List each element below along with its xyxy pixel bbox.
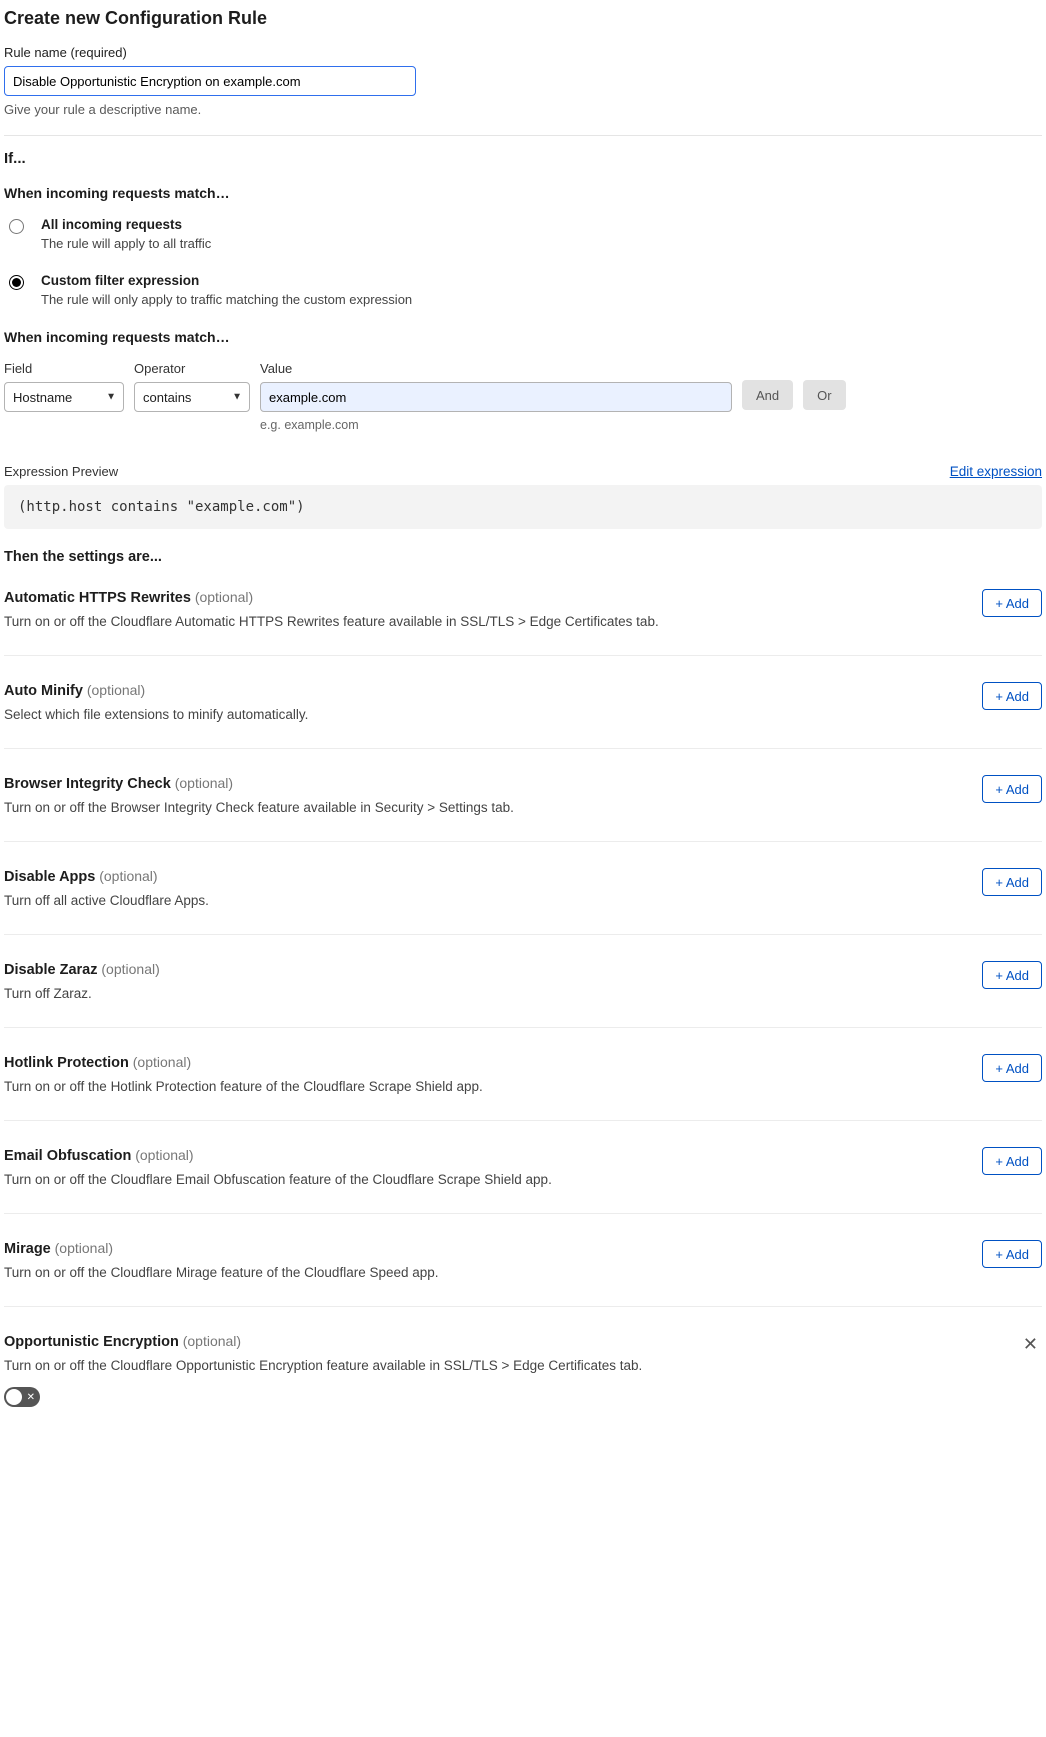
radio-all-requests[interactable] xyxy=(9,219,24,234)
rule-name-label: Rule name (required) xyxy=(4,45,1042,60)
add-button-bic[interactable]: + Add xyxy=(982,775,1042,803)
optional-label: (optional) xyxy=(195,589,253,605)
close-icon[interactable]: ✕ xyxy=(1019,1333,1042,1355)
optional-label: (optional) xyxy=(55,1240,113,1256)
toggle-off-icon: ✕ xyxy=(27,1392,35,1403)
if-heading: If... xyxy=(4,150,1042,167)
setting-block-bic: Browser Integrity Check (optional) Turn o… xyxy=(4,775,1042,842)
setting-block-auto_minify: Auto Minify (optional) Select which file … xyxy=(4,682,1042,749)
add-button-https_rewrites[interactable]: + Add xyxy=(982,589,1042,617)
setting-block-https_rewrites: Automatic HTTPS Rewrites (optional) Turn … xyxy=(4,589,1042,656)
setting-title-auto_minify: Auto Minify xyxy=(4,683,83,699)
operator-select-value: contains xyxy=(143,390,191,405)
match-heading: When incoming requests match… xyxy=(4,185,1042,201)
optional-label: (optional) xyxy=(135,1147,193,1163)
operator-select[interactable]: contains xyxy=(134,382,250,412)
toggle-knob xyxy=(6,1389,22,1405)
setting-block-email_obf: Email Obfuscation (optional) Turn on or o… xyxy=(4,1147,1042,1214)
or-button[interactable]: Or xyxy=(803,380,845,410)
then-heading: Then the settings are... xyxy=(4,549,1042,565)
expression-preview-code: (http.host contains "example.com") xyxy=(4,485,1042,529)
setting-title-https_rewrites: Automatic HTTPS Rewrites xyxy=(4,590,191,606)
setting-desc-opportunistic: Turn on or off the Cloudflare Opportunis… xyxy=(4,1358,642,1373)
setting-title-disable_zaraz: Disable Zaraz xyxy=(4,962,98,978)
radio-custom-desc: The rule will only apply to traffic matc… xyxy=(41,292,412,307)
operator-col-label: Operator xyxy=(134,361,250,376)
radio-custom-label: Custom filter expression xyxy=(41,273,412,288)
setting-block-disable_apps: Disable Apps (optional) Turn off all acti… xyxy=(4,868,1042,935)
add-button-disable_apps[interactable]: + Add xyxy=(982,868,1042,896)
rule-name-input[interactable] xyxy=(4,66,416,96)
rule-name-help: Give your rule a descriptive name. xyxy=(4,102,1042,117)
setting-desc-mirage: Turn on or off the Cloudflare Mirage fea… xyxy=(4,1265,439,1280)
setting-title-disable_apps: Disable Apps xyxy=(4,869,95,885)
optional-label: (optional) xyxy=(133,1054,191,1070)
radio-all-label: All incoming requests xyxy=(41,217,211,232)
setting-title-bic: Browser Integrity Check xyxy=(4,776,171,792)
optional-label: (optional) xyxy=(101,961,159,977)
value-input[interactable] xyxy=(260,382,732,412)
edit-expression-link[interactable]: Edit expression xyxy=(950,464,1042,479)
add-button-disable_zaraz[interactable]: + Add xyxy=(982,961,1042,989)
optional-label: (optional) xyxy=(183,1333,241,1349)
setting-desc-email_obf: Turn on or off the Cloudflare Email Obfu… xyxy=(4,1172,552,1187)
field-select[interactable]: Hostname xyxy=(4,382,124,412)
optional-label: (optional) xyxy=(87,682,145,698)
setting-block-disable_zaraz: Disable Zaraz (optional) Turn off Zaraz. +… xyxy=(4,961,1042,1028)
setting-desc-https_rewrites: Turn on or off the Cloudflare Automatic … xyxy=(4,614,659,629)
and-button[interactable]: And xyxy=(742,380,793,410)
add-button-mirage[interactable]: + Add xyxy=(982,1240,1042,1268)
add-button-hotlink[interactable]: + Add xyxy=(982,1054,1042,1082)
field-col-label: Field xyxy=(4,361,124,376)
radio-all-desc: The rule will apply to all traffic xyxy=(41,236,211,251)
setting-title-mirage: Mirage xyxy=(4,1241,51,1257)
optional-label: (optional) xyxy=(99,868,157,884)
setting-block-mirage: Mirage (optional) Turn on or off the Clou… xyxy=(4,1240,1042,1307)
value-col-label: Value xyxy=(260,361,732,376)
field-select-value: Hostname xyxy=(13,390,72,405)
add-button-email_obf[interactable]: + Add xyxy=(982,1147,1042,1175)
setting-block-hotlink: Hotlink Protection (optional) Turn on or … xyxy=(4,1054,1042,1121)
filter-heading: When incoming requests match… xyxy=(4,329,1042,345)
radio-custom-filter[interactable] xyxy=(9,275,24,290)
setting-desc-bic: Turn on or off the Browser Integrity Che… xyxy=(4,800,514,815)
page-title: Create new Configuration Rule xyxy=(4,8,1042,29)
divider xyxy=(4,135,1042,136)
value-hint: e.g. example.com xyxy=(260,418,732,432)
optional-label: (optional) xyxy=(175,775,233,791)
setting-desc-auto_minify: Select which file extensions to minify a… xyxy=(4,707,308,722)
setting-desc-disable_apps: Turn off all active Cloudflare Apps. xyxy=(4,893,209,908)
setting-desc-hotlink: Turn on or off the Hotlink Protection fe… xyxy=(4,1079,483,1094)
setting-title-opportunistic: Opportunistic Encryption xyxy=(4,1334,179,1350)
setting-title-email_obf: Email Obfuscation xyxy=(4,1148,131,1164)
opportunistic-toggle[interactable]: ✕ xyxy=(4,1387,40,1407)
setting-title-hotlink: Hotlink Protection xyxy=(4,1055,129,1071)
expression-preview-label: Expression Preview xyxy=(4,464,118,479)
add-button-auto_minify[interactable]: + Add xyxy=(982,682,1042,710)
setting-desc-disable_zaraz: Turn off Zaraz. xyxy=(4,986,160,1001)
